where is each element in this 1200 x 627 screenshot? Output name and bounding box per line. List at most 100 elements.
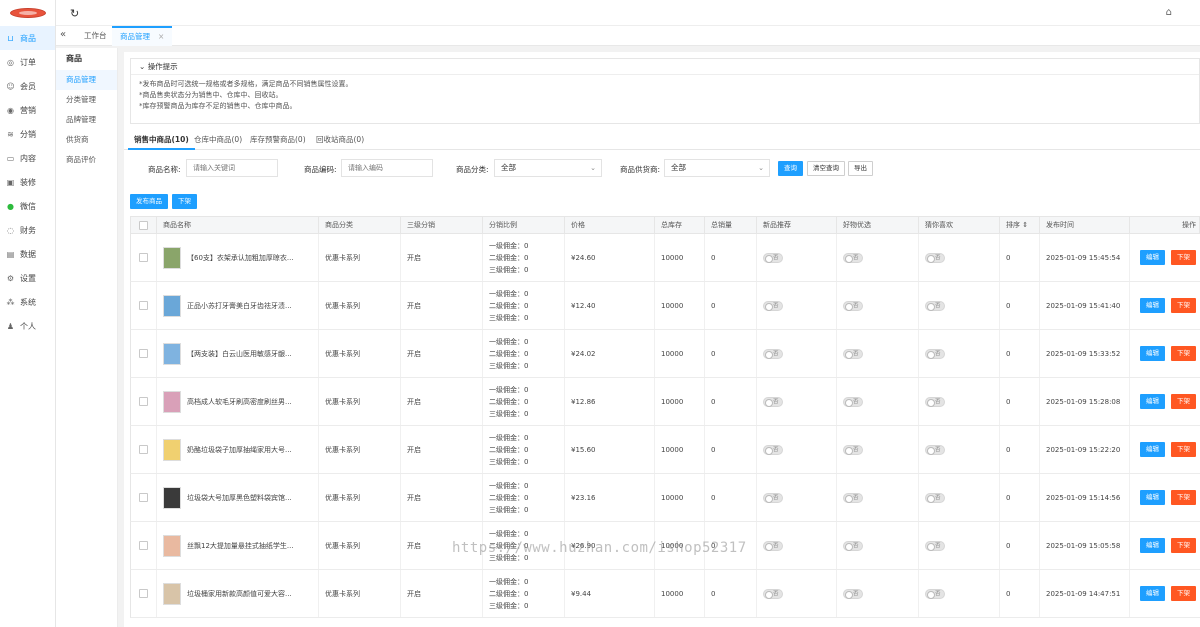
new-recommend-toggle[interactable]: 否: [763, 492, 783, 503]
edit-button[interactable]: 编辑: [1140, 490, 1165, 505]
guess-like-toggle[interactable]: 否: [925, 492, 945, 503]
nav-item-11[interactable]: ⁂ 系统: [0, 290, 55, 314]
col-sort[interactable]: 排序 ⇕: [1000, 217, 1040, 234]
bulk-offshelf-button[interactable]: 下架: [172, 194, 197, 209]
tag-icon[interactable]: ⌂: [1166, 7, 1172, 18]
guess-like-toggle[interactable]: 否: [925, 252, 945, 263]
select-all-checkbox[interactable]: [139, 221, 148, 230]
tab-home[interactable]: 工作台: [76, 26, 115, 46]
nav-item-7[interactable]: ● 微信: [0, 194, 55, 218]
offshelf-button[interactable]: 下架: [1171, 346, 1196, 361]
guess-like-toggle[interactable]: 否: [925, 540, 945, 551]
guess-like-toggle[interactable]: 否: [925, 444, 945, 455]
search-button[interactable]: 查询: [778, 161, 803, 176]
edit-button[interactable]: 编辑: [1140, 346, 1165, 361]
best-choice-toggle[interactable]: 否: [843, 444, 863, 455]
new-recommend-toggle[interactable]: 否: [763, 588, 783, 599]
nav-item-2[interactable]: ☺ 会员: [0, 74, 55, 98]
offshelf-button[interactable]: 下架: [1171, 250, 1196, 265]
supplier-select[interactable]: 全部 ⌄: [664, 159, 770, 177]
product-thumbnail[interactable]: [163, 438, 181, 461]
product-name[interactable]: 丝飘12大提加量悬挂式抽纸学生...: [187, 541, 294, 551]
subnav-item-4[interactable]: 商品评价: [56, 150, 117, 170]
nav-item-9[interactable]: ▤ 数据: [0, 242, 55, 266]
collapse-icon[interactable]: «: [60, 29, 66, 40]
offshelf-button[interactable]: 下架: [1171, 442, 1196, 457]
best-choice-toggle[interactable]: 否: [843, 252, 863, 263]
edit-button[interactable]: 编辑: [1140, 442, 1165, 457]
new-recommend-toggle[interactable]: 否: [763, 252, 783, 263]
nav-item-12[interactable]: ♟ 个人: [0, 314, 55, 338]
tab-close-icon[interactable]: ×: [158, 32, 164, 41]
offshelf-button[interactable]: 下架: [1171, 490, 1196, 505]
edit-button[interactable]: 编辑: [1140, 298, 1165, 313]
subnav-item-0[interactable]: 商品管理: [56, 70, 117, 90]
row-checkbox[interactable]: [139, 301, 148, 310]
new-recommend-toggle[interactable]: 否: [763, 444, 783, 455]
category-select[interactable]: 全部 ⌄: [494, 159, 602, 177]
subnav-item-1[interactable]: 分类管理: [56, 90, 117, 110]
guess-like-toggle[interactable]: 否: [925, 396, 945, 407]
nav-item-3[interactable]: ◉ 营销: [0, 98, 55, 122]
product-thumbnail[interactable]: [163, 534, 181, 557]
subnav-item-3[interactable]: 供货商: [56, 130, 117, 150]
nav-item-5[interactable]: ▭ 内容: [0, 146, 55, 170]
row-checkbox[interactable]: [139, 253, 148, 262]
product-name[interactable]: 【60支】衣架承认加粗加厚晾衣...: [187, 253, 294, 263]
product-name[interactable]: 【两支装】白云山医用敏感牙龈...: [187, 349, 292, 359]
nav-item-4[interactable]: ≋ 分销: [0, 122, 55, 146]
offshelf-button[interactable]: 下架: [1171, 298, 1196, 313]
offshelf-button[interactable]: 下架: [1171, 538, 1196, 553]
row-checkbox[interactable]: [139, 349, 148, 358]
new-recommend-toggle[interactable]: 否: [763, 348, 783, 359]
best-choice-toggle[interactable]: 否: [843, 540, 863, 551]
row-checkbox[interactable]: [139, 445, 148, 454]
product-name[interactable]: 高档成人软毛牙刷高密度刷丝男...: [187, 397, 292, 407]
status-tab-stock-warning[interactable]: 库存预警商品(0): [244, 132, 312, 150]
product-thumbnail[interactable]: [163, 582, 181, 605]
product-name[interactable]: 垃圾袋大号加厚黑色塑料袋宾馆...: [187, 493, 292, 503]
subnav-item-2[interactable]: 品牌管理: [56, 110, 117, 130]
new-recommend-toggle[interactable]: 否: [763, 300, 783, 311]
product-thumbnail[interactable]: [163, 390, 181, 413]
best-choice-toggle[interactable]: 否: [843, 588, 863, 599]
best-choice-toggle[interactable]: 否: [843, 396, 863, 407]
row-checkbox[interactable]: [139, 493, 148, 502]
name-search-input[interactable]: [186, 159, 278, 177]
product-thumbnail[interactable]: [163, 342, 181, 365]
nav-item-8[interactable]: ◌ 财务: [0, 218, 55, 242]
guess-like-toggle[interactable]: 否: [925, 588, 945, 599]
status-tab-recycle[interactable]: 回收站商品(0): [310, 132, 370, 150]
clear-search-button[interactable]: 清空查询: [807, 161, 845, 176]
offshelf-button[interactable]: 下架: [1171, 394, 1196, 409]
edit-button[interactable]: 编辑: [1140, 250, 1165, 265]
best-choice-toggle[interactable]: 否: [843, 348, 863, 359]
offshelf-button[interactable]: 下架: [1171, 586, 1196, 601]
status-tab-selling[interactable]: 销售中商品(10): [128, 132, 195, 150]
status-tab-warehouse[interactable]: 仓库中商品(0): [188, 132, 248, 150]
edit-button[interactable]: 编辑: [1140, 538, 1165, 553]
product-thumbnail[interactable]: [163, 294, 181, 317]
nav-item-6[interactable]: ▣ 装修: [0, 170, 55, 194]
code-search-input[interactable]: [341, 159, 433, 177]
new-recommend-toggle[interactable]: 否: [763, 396, 783, 407]
nav-item-10[interactable]: ⚙ 设置: [0, 266, 55, 290]
best-choice-toggle[interactable]: 否: [843, 300, 863, 311]
publish-product-button[interactable]: 发布商品: [130, 194, 168, 209]
product-name[interactable]: 垃圾桶家用新款高颜值可爱大容...: [187, 589, 292, 599]
edit-button[interactable]: 编辑: [1140, 394, 1165, 409]
product-thumbnail[interactable]: [163, 486, 181, 509]
new-recommend-toggle[interactable]: 否: [763, 540, 783, 551]
export-button[interactable]: 导出: [848, 161, 873, 176]
guess-like-toggle[interactable]: 否: [925, 348, 945, 359]
best-choice-toggle[interactable]: 否: [843, 492, 863, 503]
tips-header[interactable]: ⌄ 操作提示: [131, 59, 1199, 75]
row-checkbox[interactable]: [139, 541, 148, 550]
product-name[interactable]: 正品小苏打牙膏美白牙齿祛牙渍...: [187, 301, 292, 311]
tab-product-manage[interactable]: 商品管理 ×: [112, 26, 173, 46]
nav-item-1[interactable]: ◎ 订单: [0, 50, 55, 74]
logo[interactable]: [0, 0, 55, 26]
product-thumbnail[interactable]: [163, 246, 181, 269]
edit-button[interactable]: 编辑: [1140, 586, 1165, 601]
guess-like-toggle[interactable]: 否: [925, 300, 945, 311]
